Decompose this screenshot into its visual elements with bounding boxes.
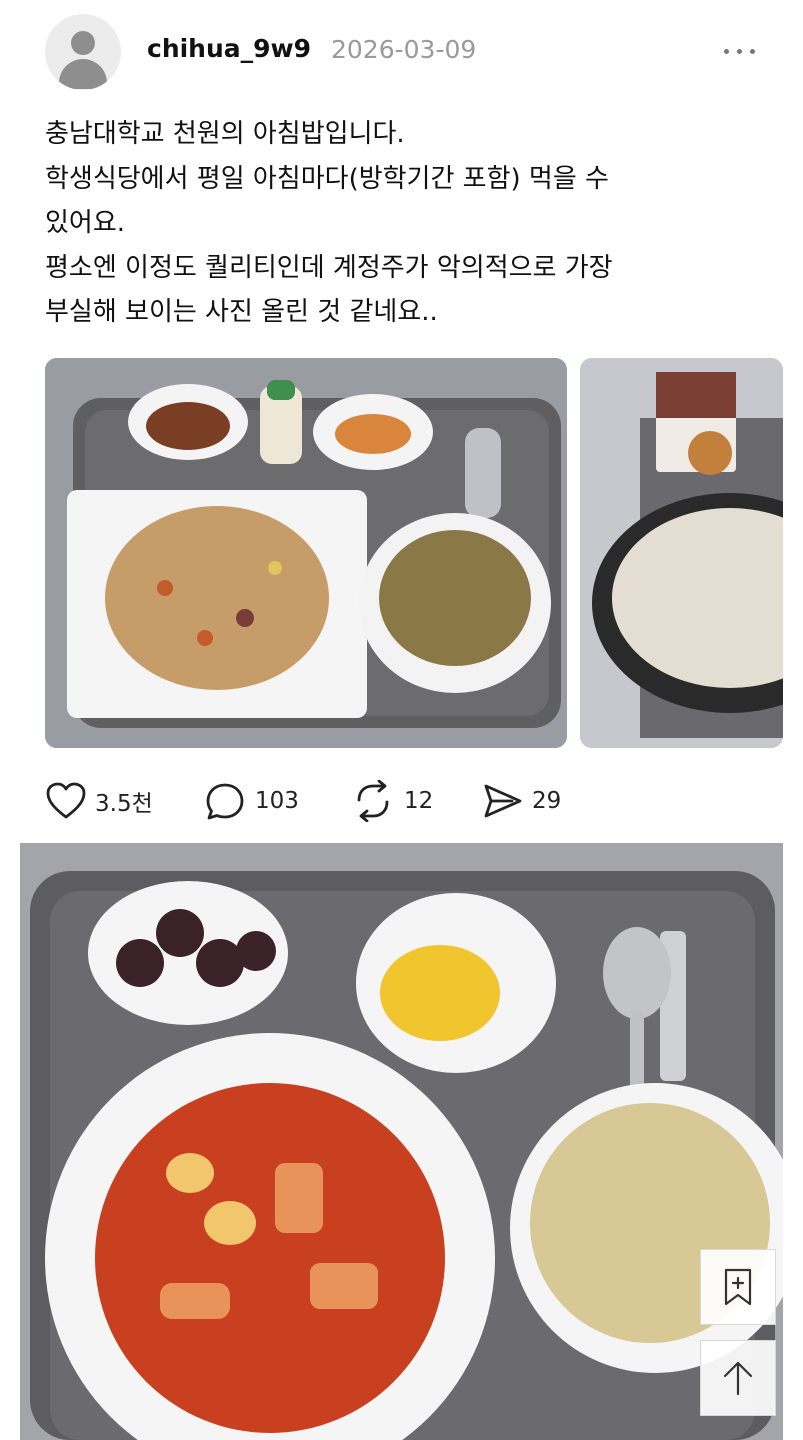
meal-photo-2[interactable] (580, 358, 783, 748)
post-text: 충남대학교 천원의 아침밥입니다. 학생식당에서 평일 아침마다(방학기간 포함… (45, 119, 613, 327)
comment-button[interactable]: 103 (203, 776, 299, 826)
share-button[interactable]: 29 (482, 776, 561, 826)
share-count: 29 (532, 788, 562, 814)
meal-photo-3[interactable] (20, 843, 783, 1440)
repost-arrows-icon (357, 780, 389, 822)
repost-button[interactable]: 12 (350, 776, 433, 826)
send-icon (484, 784, 522, 818)
like-count: 3.5천 (95, 791, 153, 817)
repost-count: 12 (404, 788, 434, 814)
heart-icon (46, 782, 86, 819)
post-date: 2026-03-09 (331, 35, 477, 64)
user-avatar-icon[interactable] (45, 14, 121, 90)
post-header: chihua_9w9 2026-03-09 (0, 0, 803, 108)
arrow-up-icon[interactable] (700, 1340, 776, 1416)
meal-photo-1[interactable] (45, 358, 567, 748)
more-dots-icon[interactable] (720, 36, 760, 66)
comment-bubble-icon (206, 783, 244, 820)
username[interactable]: chihua_9w9 (147, 34, 311, 63)
like-button[interactable]: 3.5천 (45, 776, 153, 826)
action-bar: 3.5천 103 12 29 (45, 776, 745, 826)
bookmark-icon[interactable] (700, 1249, 776, 1325)
comment-count: 103 (255, 788, 299, 814)
